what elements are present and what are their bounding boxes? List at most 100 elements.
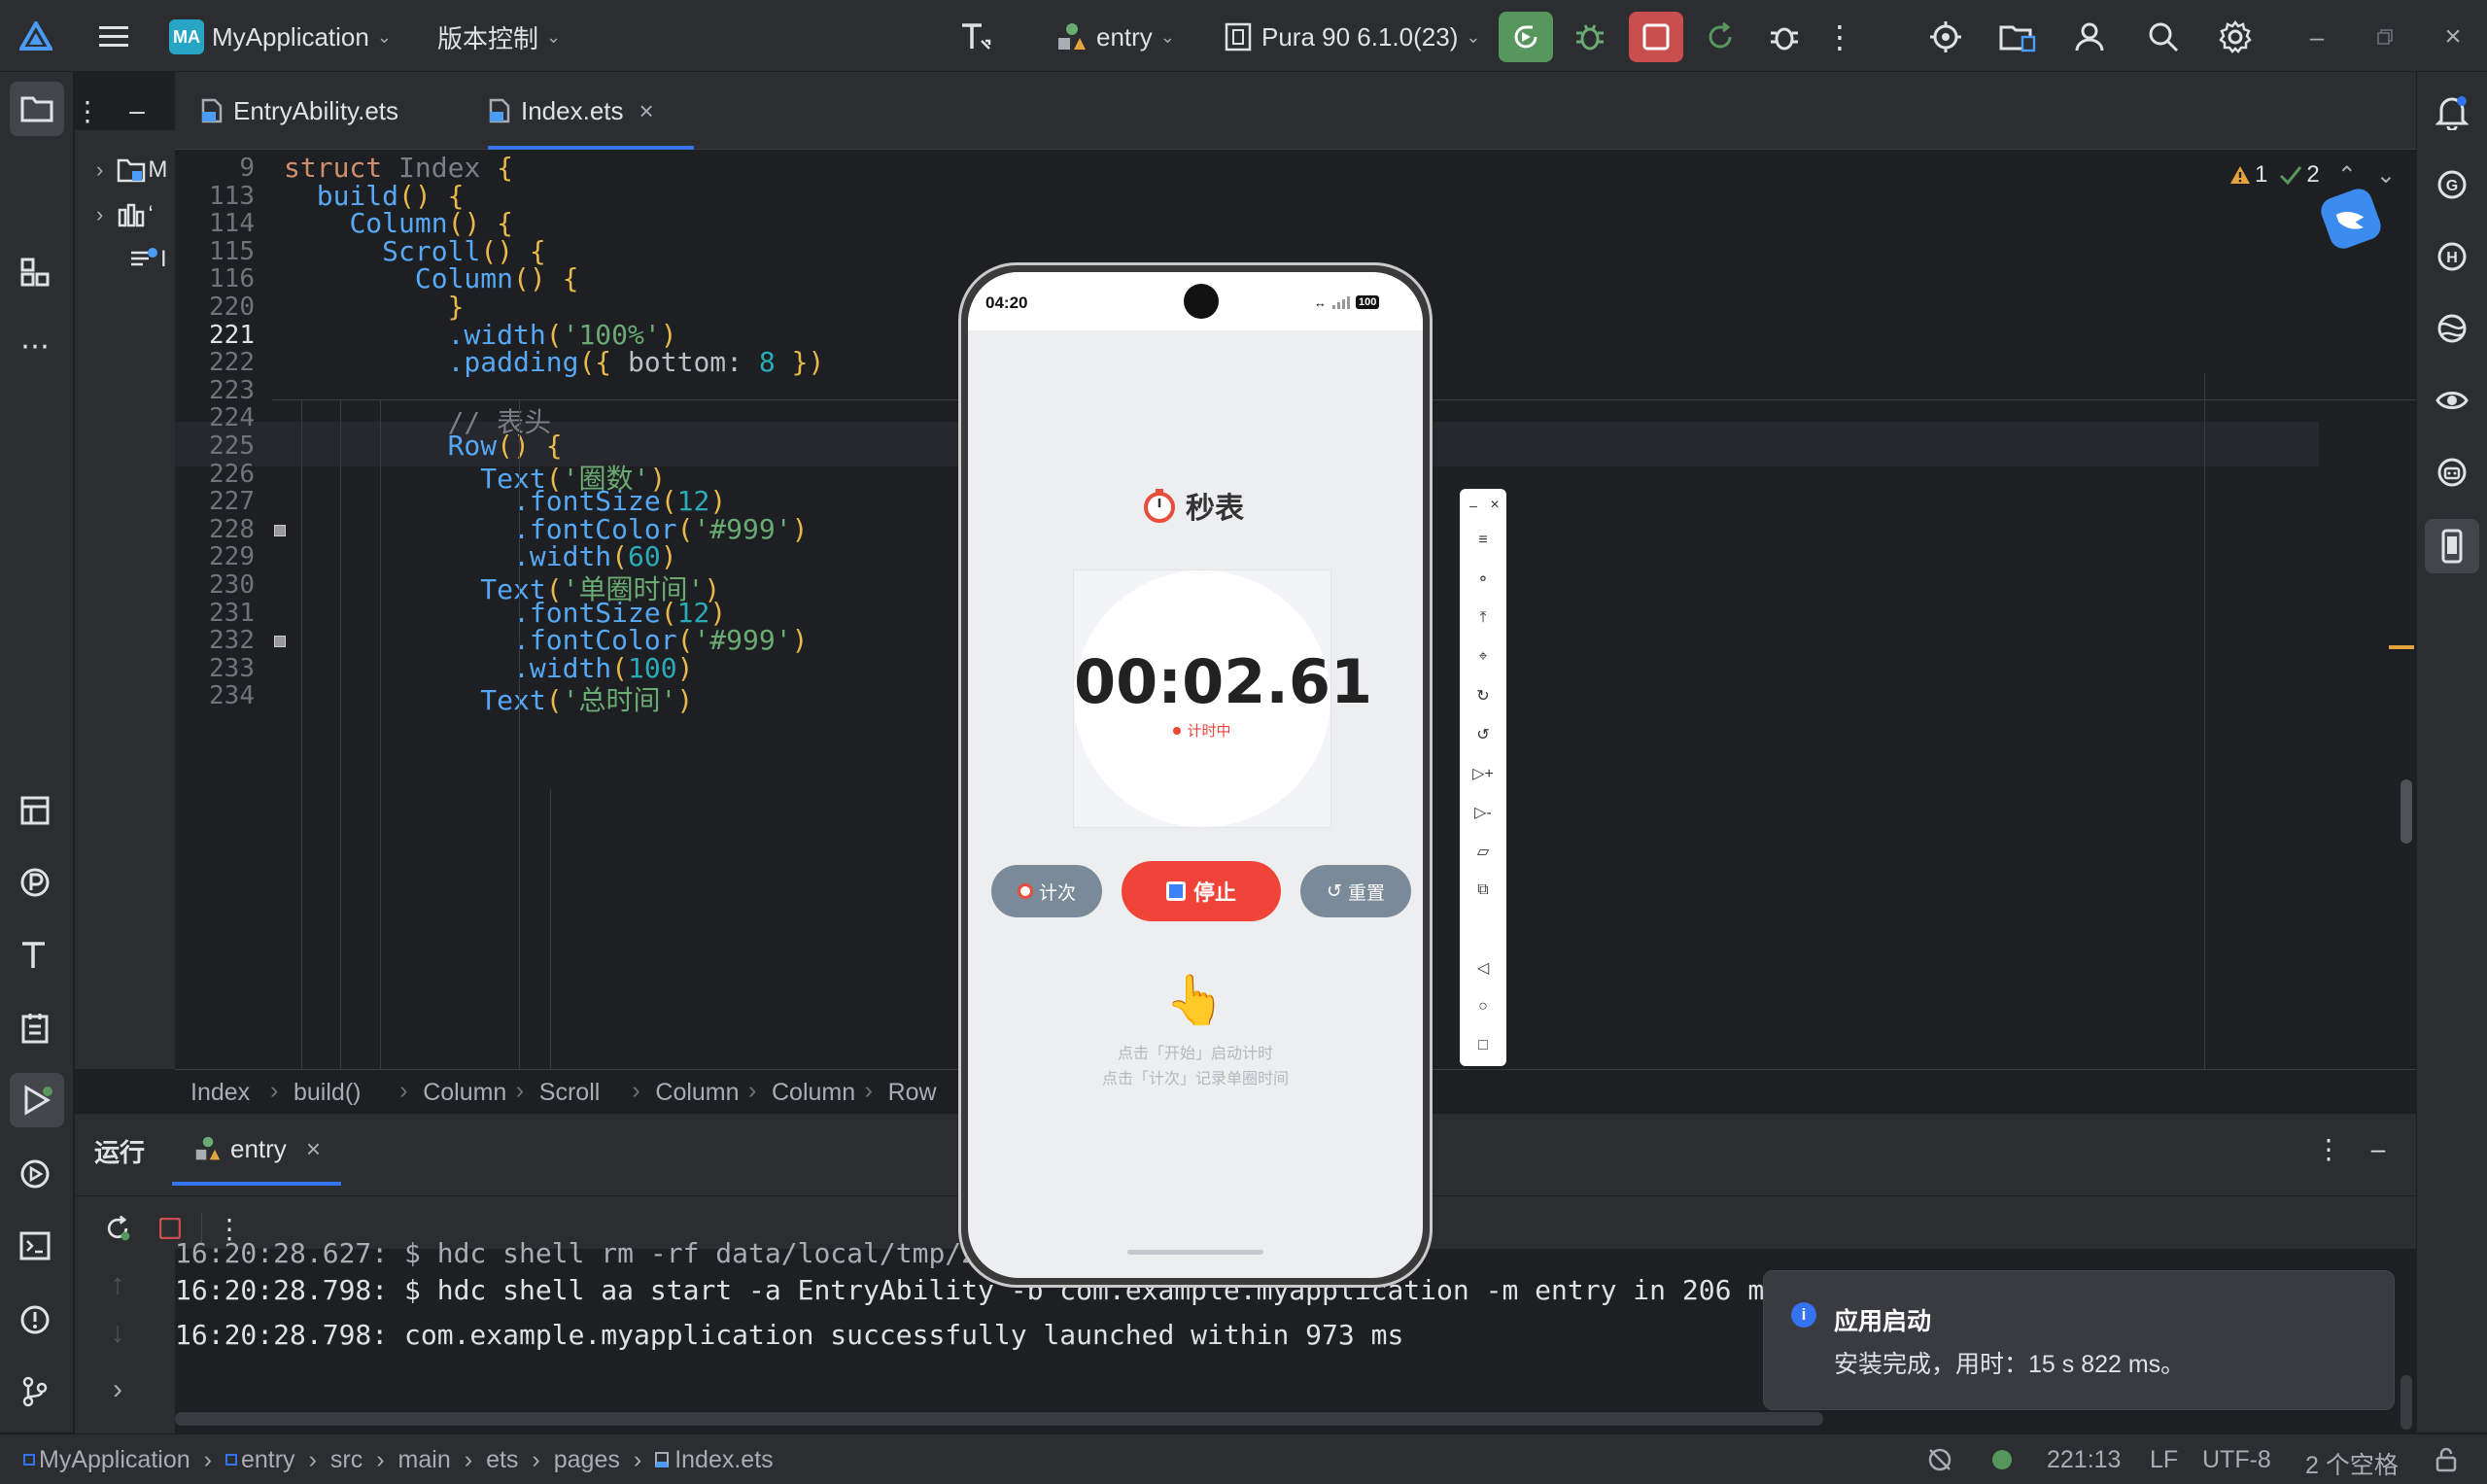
services-icon[interactable] [8, 1147, 62, 1201]
close-tab-icon[interactable]: × [306, 1134, 321, 1164]
device-selector[interactable]: Pura 90 6.1.0(23) ⌄ [1225, 16, 1480, 58]
volume-up-icon[interactable]: ▷+ [1460, 761, 1506, 786]
run-tab-entry[interactable]: entry × [193, 1127, 321, 1170]
no-analysis-icon[interactable] [1922, 1444, 1957, 1475]
tab-index[interactable]: Index.ets × [488, 72, 713, 150]
breadcrumb-item[interactable]: Index [190, 1079, 250, 1107]
breadcrumb-item[interactable]: Column [423, 1079, 506, 1107]
breadcrumb-item[interactable]: Column [655, 1079, 739, 1107]
color-swatch-icon[interactable] [274, 524, 286, 536]
home-indicator[interactable] [1127, 1250, 1263, 1255]
deveco-logo-icon[interactable] [16, 16, 56, 56]
minimize-window-icon[interactable]: – [2297, 19, 2336, 54]
run-config-selector[interactable]: entry ⌄ [1055, 16, 1175, 58]
line-number[interactable]: 116 [175, 264, 255, 293]
debug-button[interactable] [1567, 14, 1613, 60]
lap-button[interactable]: 计次 [991, 865, 1102, 917]
rotate-icon[interactable]: ↻ [1460, 683, 1506, 708]
line-number[interactable]: 229 [175, 542, 255, 571]
scroll-up-icon[interactable]: ↑ [96, 1263, 139, 1306]
hvigor-h-icon[interactable]: H [2425, 229, 2479, 284]
line-number[interactable]: 9 [175, 154, 255, 183]
line-separator[interactable]: LF [2150, 1446, 2178, 1474]
globe-icon[interactable] [2425, 301, 2479, 356]
line-number[interactable]: 233 [175, 654, 255, 683]
reset-button[interactable]: ↺ 重置 [1300, 865, 1411, 917]
close-emulator-icon[interactable]: × [1483, 493, 1506, 518]
path-item[interactable]: ets [486, 1446, 518, 1474]
apply-changes-button[interactable] [1697, 14, 1744, 60]
horizontal-scrollbar[interactable] [175, 1412, 1823, 1426]
more-tools-icon[interactable]: ⋯ [8, 319, 62, 373]
tree-row[interactable]: I [129, 243, 167, 276]
path-item[interactable]: MyApplication [23, 1446, 190, 1474]
stop-timer-button[interactable]: 停止 [1122, 861, 1281, 921]
emulator-menu-icon[interactable]: ≡ [1460, 528, 1506, 553]
file-encoding[interactable]: UTF-8 [2202, 1446, 2271, 1474]
profiler-icon[interactable] [8, 855, 62, 910]
screenshot-icon[interactable]: ⧉ [1460, 878, 1506, 903]
lock-icon[interactable] [2430, 1444, 2463, 1475]
terminal-icon[interactable] [8, 1219, 62, 1273]
line-number[interactable]: 220 [175, 293, 255, 322]
layout-inspector-icon[interactable] [8, 783, 62, 838]
account-button[interactable] [2066, 14, 2113, 60]
vertical-scrollbar[interactable] [2401, 779, 2412, 844]
line-number[interactable]: 223 [175, 376, 255, 405]
tree-row[interactable]: › ‘ [96, 198, 154, 231]
path-item[interactable]: entry [225, 1446, 295, 1474]
line-number[interactable]: 114 [175, 209, 255, 238]
breadcrumb-item[interactable]: Scroll [539, 1079, 601, 1107]
close-tab-icon[interactable]: × [639, 96, 654, 126]
cursor-position[interactable]: 221:13 [2047, 1446, 2121, 1474]
code-line[interactable]: Text('总时间') [284, 679, 693, 718]
line-number[interactable]: 232 [175, 626, 255, 655]
notification-toast[interactable]: i 应用启动 安装完成，用时：15 s 822 ms。 [1763, 1270, 2395, 1410]
vertical-scrollbar[interactable] [2401, 1375, 2412, 1430]
close-window-icon[interactable]: × [2434, 19, 2472, 54]
fold-icon[interactable]: ▱ [1460, 839, 1506, 864]
project-view-icon[interactable] [10, 82, 64, 136]
inspection-widget[interactable]: 1 2 ⌃ ⌄ [2229, 157, 2396, 192]
search-button[interactable] [2140, 14, 2187, 60]
breadcrumb-item[interactable]: Column [772, 1079, 855, 1107]
previewer-eye-icon[interactable] [2425, 373, 2479, 428]
line-number[interactable]: 221 [175, 321, 255, 350]
arkui-inspector-icon[interactable] [954, 16, 997, 58]
indent-setting[interactable]: 2 个空格 [2305, 1446, 2399, 1481]
robot-icon[interactable] [2425, 445, 2479, 500]
scroll-down-icon[interactable]: ↓ [96, 1312, 139, 1355]
expand-icon[interactable]: › [96, 1368, 139, 1411]
breadcrumb-item[interactable]: Row [888, 1079, 937, 1107]
main-menu-icon[interactable] [93, 16, 134, 56]
phone-screen[interactable]: 04:20 ↔ 100 秒表 00:02.61 计时中 计次 停止 ↺ 重置 👆… [968, 272, 1423, 1278]
line-number[interactable]: 115 [175, 237, 255, 266]
vcs-menu[interactable]: 版本控制 ⌄ [437, 17, 561, 56]
todo-icon[interactable] [8, 1001, 62, 1055]
crop-icon[interactable]: ⌖ [1460, 644, 1506, 670]
line-number[interactable]: 228 [175, 515, 255, 544]
rotate-counter-icon[interactable]: ↺ [1460, 722, 1506, 747]
tab-entryability[interactable]: EntryAbility.ets [200, 72, 398, 150]
rerun-icon[interactable] [96, 1207, 139, 1250]
path-item[interactable]: src [330, 1446, 363, 1474]
line-number[interactable]: 225 [175, 431, 255, 461]
settings-button[interactable] [2212, 14, 2259, 60]
path-item[interactable]: main [398, 1446, 451, 1474]
problems-icon[interactable] [8, 1293, 62, 1347]
hide-panel-icon[interactable]: – [2359, 1131, 2398, 1166]
home-nav-icon[interactable]: ○ [1460, 994, 1506, 1019]
notifications-icon[interactable] [2425, 86, 2479, 140]
attach-debugger-button[interactable] [1761, 14, 1808, 60]
code-line[interactable]: .padding({ bottom: 8 }) [284, 346, 825, 378]
line-number[interactable]: 222 [175, 348, 255, 377]
path-item[interactable]: Index.ets [655, 1446, 774, 1474]
color-swatch-icon[interactable] [274, 636, 286, 648]
minimize-emulator-icon[interactable]: – [1462, 493, 1485, 518]
more-actions-icon[interactable]: ⋮ [1824, 14, 1855, 60]
run-options-icon[interactable]: ⋮ [2314, 1131, 2343, 1166]
structure-icon[interactable] [8, 245, 62, 299]
device-emulator-icon[interactable] [2425, 519, 2479, 573]
upload-icon[interactable]: ⤒ [1460, 605, 1506, 631]
line-number[interactable]: 113 [175, 182, 255, 211]
